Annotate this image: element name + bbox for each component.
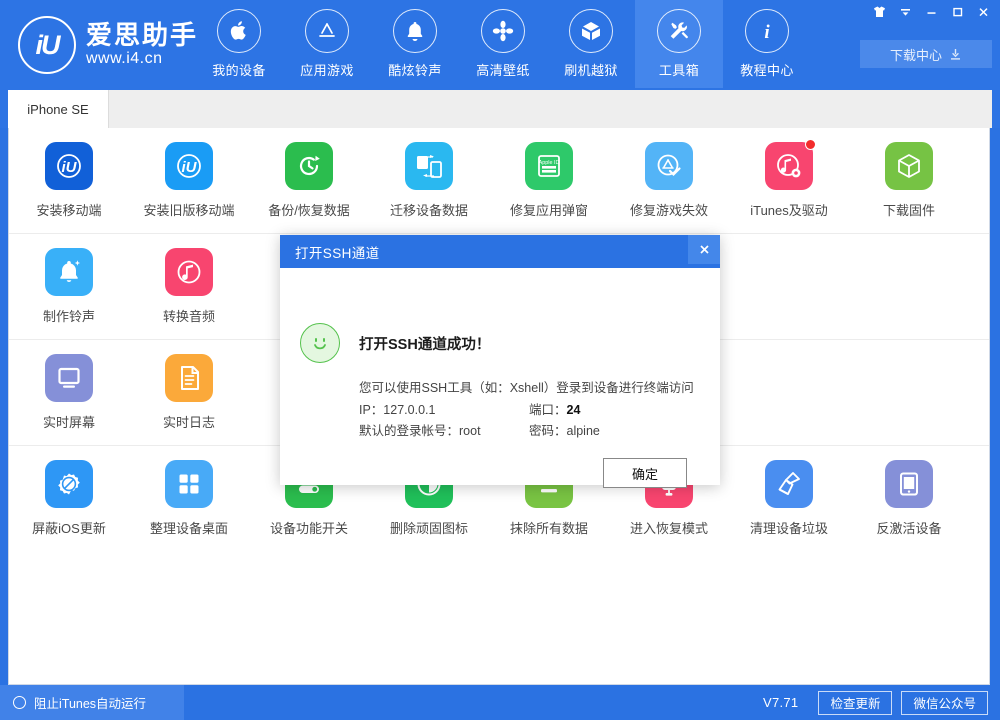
ssh-dialog-titlebar: 打开SSH通道 (280, 235, 720, 268)
close-icon[interactable] (688, 235, 720, 264)
ssh-dialog: 打开SSH通道 打开SSH通道成功！ 您可以使用SSH工具（如：Xshell）登… (280, 235, 720, 488)
ssh-dialog-title: 打开SSH通道 (295, 245, 380, 261)
ssh-port: 端口：24 (529, 403, 581, 417)
modal-overlay: 打开SSH通道 打开SSH通道成功！ 您可以使用SSH工具（如：Xshell）登… (0, 0, 1000, 720)
ssh-ip: IP：127.0.0.1 (359, 403, 436, 417)
ssh-dialog-account-row: 默认的登录帐号：root 密码：alpine (359, 420, 600, 439)
ssh-dialog-body: 打开SSH通道成功！ 您可以使用SSH工具（如：Xshell）登录到设备进行终端… (280, 268, 720, 488)
ssh-dialog-ip-row: IP：127.0.0.1 端口：24 (359, 399, 580, 418)
success-smiley-icon (300, 323, 340, 363)
ok-button[interactable]: 确定 (603, 458, 687, 488)
ssh-dialog-heading: 打开SSH通道成功！ (359, 337, 491, 353)
ssh-dialog-description: 您可以使用SSH工具（如：Xshell）登录到设备进行终端访问 (359, 381, 694, 395)
i4-assistant-window: iU 爱思助手 www.i4.cn 我的设备 应用游戏 酷炫铃声 高清壁纸 刷机… (0, 0, 1000, 720)
ssh-password: 密码：alpine (529, 424, 600, 438)
ssh-account: 默认的登录帐号：root (359, 424, 481, 438)
